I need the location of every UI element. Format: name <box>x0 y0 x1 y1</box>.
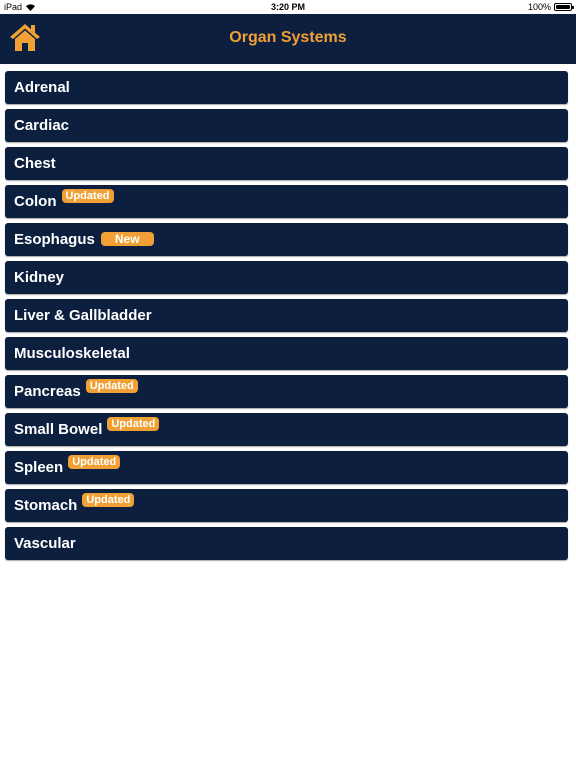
list-item[interactable]: Stomach Updated <box>5 489 568 522</box>
updated-badge: Updated <box>61 188 114 203</box>
list-item[interactable]: Spleen Updated <box>5 451 568 484</box>
list-item-label: Liver & Gallbladder <box>14 307 152 324</box>
battery-icon <box>554 3 574 11</box>
updated-badge: Updated <box>82 492 135 507</box>
list-item[interactable]: Liver & Gallbladder <box>5 299 568 332</box>
list-item[interactable]: Adrenal <box>5 71 568 104</box>
status-time: 3:20 PM <box>270 2 305 12</box>
list-item-label: Pancreas <box>14 383 81 400</box>
list-item[interactable]: Kidney <box>5 261 568 294</box>
list-item-label: Stomach <box>14 497 78 514</box>
list-item-label: Musculoskeletal <box>14 345 130 362</box>
updated-badge: Updated <box>68 454 121 469</box>
list-item-label: Esophagus <box>14 231 95 248</box>
list-item[interactable]: Musculoskeletal <box>5 337 568 370</box>
list-item[interactable]: Small Bowel Updated <box>5 413 568 446</box>
list-item-label: Colon <box>14 193 57 210</box>
battery-percent: 100% <box>527 2 551 12</box>
list-item[interactable]: Esophagus New <box>5 223 568 256</box>
new-badge: New <box>100 231 154 246</box>
list-item-label: Vascular <box>14 535 76 552</box>
list-item-label: Small Bowel <box>14 421 103 438</box>
nav-bar: Organ Systems <box>0 14 576 64</box>
page-title: Organ Systems <box>229 29 347 46</box>
status-bar: iPad 3:20 PM 100% <box>0 0 576 14</box>
updated-badge: Updated <box>107 416 160 431</box>
list-item-label: Cardiac <box>14 117 70 134</box>
list-item[interactable]: Vascular <box>5 527 568 560</box>
list-item-label: Adrenal <box>14 79 70 96</box>
status-right: 100% <box>527 2 574 12</box>
list-item[interactable]: Pancreas Updated <box>5 375 568 408</box>
list-item[interactable]: Colon Updated <box>5 185 568 218</box>
updated-badge: Updated <box>85 378 138 393</box>
list-item[interactable]: Chest <box>5 147 568 180</box>
organ-list: Adrenal Cardiac Chest Colon Updated Esophagus… <box>5 71 568 565</box>
list-item[interactable]: Cardiac <box>5 109 568 142</box>
list-item-label: Kidney <box>14 269 65 286</box>
list-item-label: Chest <box>14 155 56 172</box>
list-item-label: Spleen <box>14 459 64 476</box>
